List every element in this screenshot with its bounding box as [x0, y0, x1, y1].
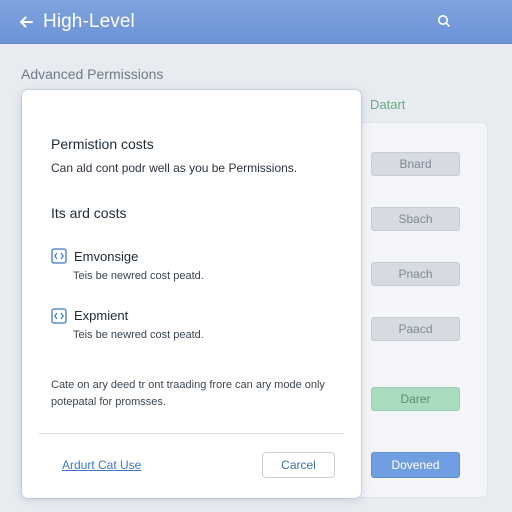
- permission-name: Expmient: [74, 308, 129, 323]
- status-button[interactable]: Darer: [371, 387, 460, 411]
- permissions-dialog: Permistion costs Can ald cont podr well …: [22, 90, 361, 498]
- dialog-subtitle: Its ard costs: [51, 205, 127, 221]
- panel-button-3[interactable]: Pnach: [371, 262, 460, 286]
- about-link[interactable]: Ardurt Cat Use: [62, 458, 141, 472]
- search-icon[interactable]: [435, 12, 453, 30]
- panel-button-1[interactable]: Bnard: [371, 152, 460, 176]
- code-square-icon: [51, 308, 67, 324]
- permission-description: Teis be newred cost peatd.: [73, 329, 204, 341]
- right-panel-label: Datart: [370, 97, 406, 112]
- permission-name: Emvonsige: [74, 249, 139, 264]
- app-header: High-Level: [0, 0, 512, 44]
- dialog-divider: [39, 433, 344, 434]
- dialog-description: Can ald cont podr well as you be Permiss…: [51, 161, 298, 175]
- arrow-left-icon[interactable]: [16, 12, 36, 32]
- panel-button-4[interactable]: Paacd: [371, 317, 460, 341]
- permission-description: Teis be newred cost peatd.: [73, 270, 204, 282]
- code-square-icon: [51, 248, 67, 264]
- dialog-note: Cate on ary deed tr ont traading frore c…: [51, 379, 325, 408]
- app-title: High-Level: [43, 11, 135, 32]
- primary-button[interactable]: Dovened: [371, 452, 460, 478]
- cancel-button[interactable]: Carcel: [262, 452, 335, 478]
- dialog-title: Permistion costs: [51, 136, 154, 152]
- section-title: Advanced Permissions: [21, 66, 164, 82]
- panel-button-2[interactable]: Sbach: [371, 207, 460, 231]
